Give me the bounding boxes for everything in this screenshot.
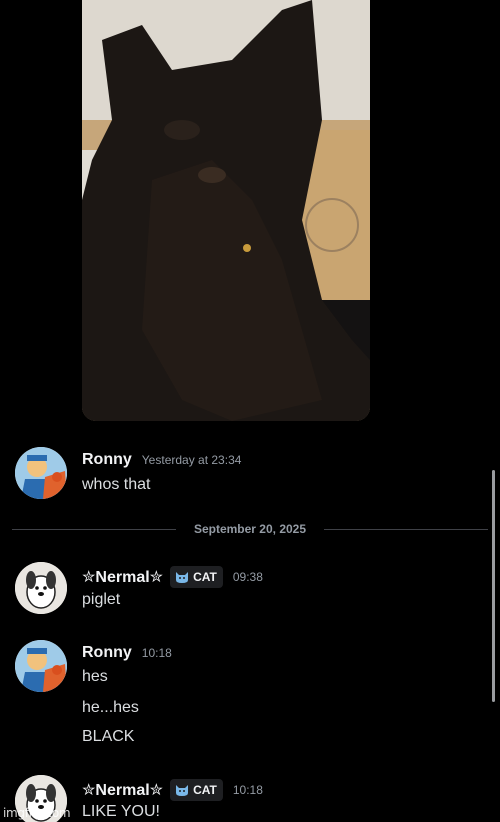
message-timestamp: 10:18: [232, 783, 263, 797]
avatar-ronny[interactable]: [15, 447, 67, 499]
username[interactable]: ✮Nermal✮: [82, 780, 163, 800]
date-divider: September 20, 2025: [12, 520, 488, 540]
tag-label: CAT: [193, 570, 217, 584]
username[interactable]: ✮Nermal✮: [82, 567, 163, 587]
username[interactable]: Ronny: [82, 451, 132, 469]
message-text: he...hes: [82, 699, 139, 716]
message-timestamp: 10:18: [141, 646, 172, 660]
message-text: whos that: [82, 476, 151, 493]
tag-label: CAT: [193, 783, 217, 797]
avatar-ronny[interactable]: [15, 640, 67, 692]
attached-image-black-cat[interactable]: [82, 0, 370, 421]
message-text: hes: [82, 668, 108, 685]
server-tag-badge[interactable]: CAT: [170, 779, 223, 801]
avatar-nermal[interactable]: [15, 562, 67, 614]
message-text: BLACK: [82, 728, 135, 745]
message-timestamp: 09:38: [232, 570, 263, 584]
message-text: LIKE YOU!: [82, 803, 160, 820]
cat-face-icon: [176, 572, 189, 583]
scrollbar-thumb[interactable]: [492, 470, 495, 702]
cat-face-icon: [176, 785, 189, 796]
message-text: piglet: [82, 591, 121, 608]
watermark: imgflip.com: [3, 806, 71, 820]
username[interactable]: Ronny: [82, 644, 132, 662]
message-timestamp: Yesterday at 23:34: [141, 453, 242, 467]
server-tag-badge[interactable]: CAT: [170, 566, 223, 588]
